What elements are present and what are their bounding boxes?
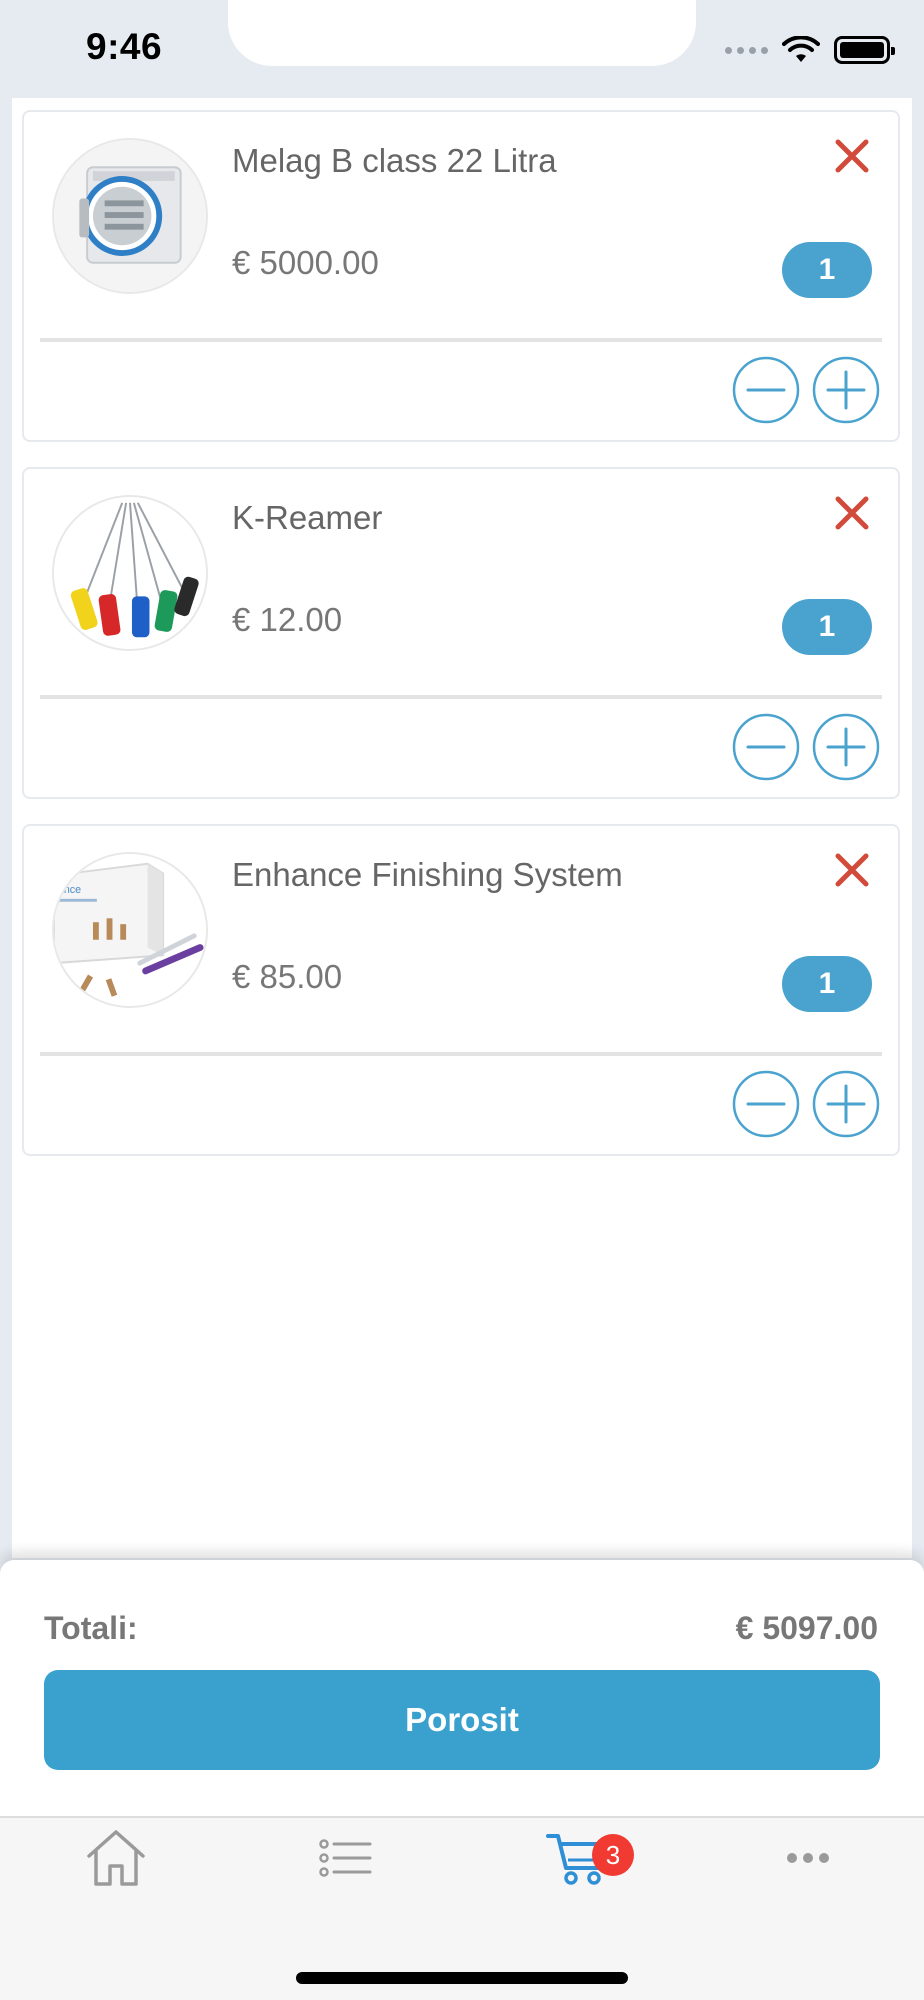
increase-quantity-button[interactable] (812, 356, 880, 424)
home-indicator (296, 1972, 628, 1984)
status-icons (725, 32, 895, 68)
checkout-summary: Totali: € 5097.00 Porosit (0, 1560, 924, 1816)
box-brand-text: ance (58, 884, 81, 896)
cart-item: ance Enhance Finishing System € 85.00 1 (22, 824, 900, 1156)
order-button[interactable]: Porosit (44, 1670, 880, 1770)
cart-item: Melag B class 22 Litra € 5000.00 1 (22, 110, 900, 442)
tab-more[interactable] (748, 1828, 868, 1928)
list-icon (319, 1839, 372, 1877)
total-value: € 5097.00 (735, 1610, 878, 1646)
quantity-badge: 1 (782, 956, 872, 1012)
divider (40, 338, 882, 342)
endodontic-files-image (52, 495, 208, 651)
tab-home[interactable] (56, 1828, 176, 1928)
total-label: Totali: (44, 1610, 138, 1646)
wifi-icon (782, 36, 820, 62)
cart-item: K-Reamer € 12.00 1 (22, 467, 900, 799)
more-icon (787, 1853, 829, 1863)
increase-quantity-button[interactable] (812, 713, 880, 781)
notch (228, 0, 696, 66)
increase-quantity-button[interactable] (812, 1070, 880, 1138)
signal-icon (725, 46, 768, 54)
finishing-kit-image: ance (52, 852, 208, 1008)
item-price: € 85.00 (232, 958, 343, 995)
remove-item-button[interactable] (832, 850, 872, 890)
battery-icon (834, 36, 895, 64)
tab-cart[interactable]: 3 (518, 1828, 638, 1928)
cart-count-badge: 3 (592, 1834, 634, 1876)
item-name: K-Reamer (232, 499, 383, 536)
quantity-badge: 1 (782, 242, 872, 298)
quantity-badge: 1 (782, 599, 872, 655)
autoclave-image (52, 138, 208, 294)
decrease-quantity-button[interactable] (732, 1070, 800, 1138)
tab-list[interactable] (286, 1828, 406, 1928)
cart-list: Melag B class 22 Litra € 5000.00 1 K-Rea… (12, 98, 912, 1558)
item-price: € 12.00 (232, 601, 343, 638)
item-price: € 5000.00 (232, 244, 379, 281)
status-bar: 9:46 (0, 0, 924, 98)
decrease-quantity-button[interactable] (732, 356, 800, 424)
item-name: Enhance Finishing System (232, 856, 623, 893)
item-name: Melag B class 22 Litra (232, 142, 557, 179)
remove-item-button[interactable] (832, 136, 872, 176)
remove-item-button[interactable] (832, 493, 872, 533)
decrease-quantity-button[interactable] (732, 713, 800, 781)
home-icon (87, 1830, 145, 1886)
divider (40, 695, 882, 699)
divider (40, 1052, 882, 1056)
status-time: 9:46 (86, 26, 163, 67)
